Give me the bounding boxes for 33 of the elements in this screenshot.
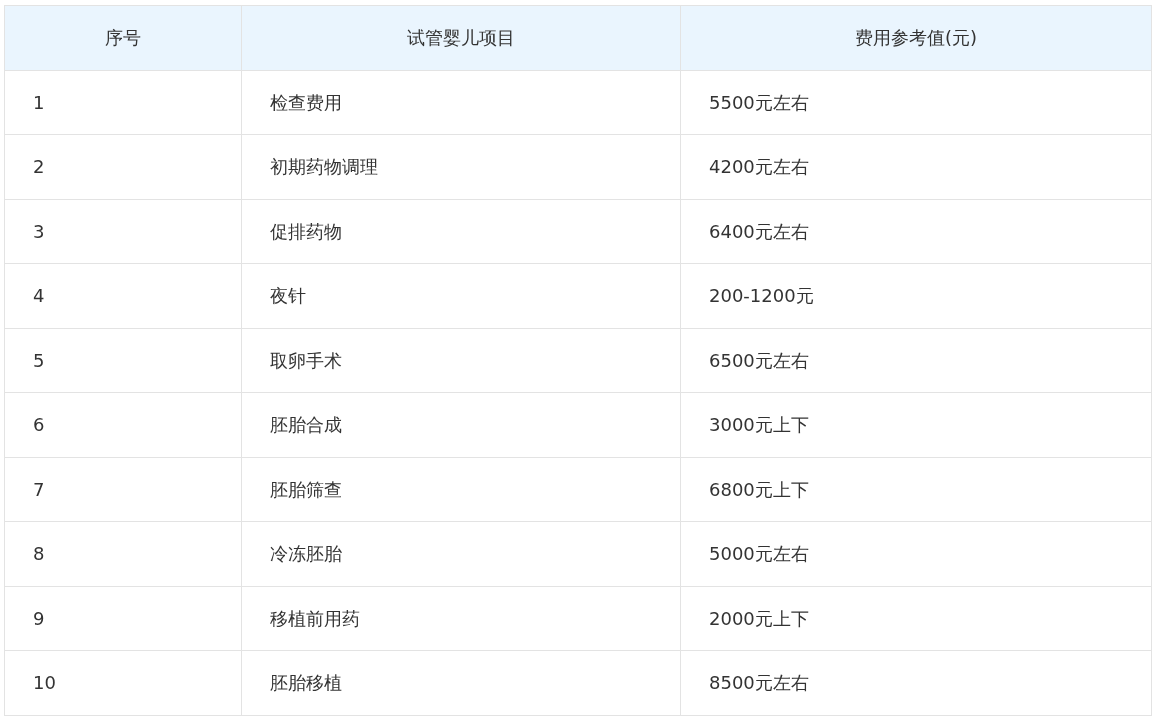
table-cell: 5500元左右 bbox=[680, 70, 1152, 135]
table-cell: 3 bbox=[4, 199, 242, 264]
table-cell: 1 bbox=[4, 70, 242, 135]
table-cell: 取卵手术 bbox=[241, 328, 681, 393]
table-cell: 8 bbox=[4, 521, 242, 586]
table-cell: 4200元左右 bbox=[680, 134, 1152, 199]
table-cell: 200-1200元 bbox=[680, 263, 1152, 328]
table-cell: 9 bbox=[4, 586, 242, 651]
table-cell: 6 bbox=[4, 392, 242, 457]
table-cell: 4 bbox=[4, 263, 242, 328]
table-cell: 检查费用 bbox=[241, 70, 681, 135]
column-header: 试管婴儿项目 bbox=[241, 5, 681, 70]
table-cell: 胚胎移植 bbox=[241, 650, 681, 715]
table-cell: 5 bbox=[4, 328, 242, 393]
table-cell: 2000元上下 bbox=[680, 586, 1152, 651]
table-cell: 促排药物 bbox=[241, 199, 681, 264]
table-cell: 移植前用药 bbox=[241, 586, 681, 651]
table-cell: 初期药物调理 bbox=[241, 134, 681, 199]
table-cell: 8500元左右 bbox=[680, 650, 1152, 715]
table-cell: 胚胎合成 bbox=[241, 392, 681, 457]
column-header: 费用参考值(元) bbox=[680, 5, 1152, 70]
table-cell: 6400元左右 bbox=[680, 199, 1152, 264]
table-cell: 6800元上下 bbox=[680, 457, 1152, 522]
table-cell: 6500元左右 bbox=[680, 328, 1152, 393]
table-cell: 10 bbox=[4, 650, 242, 715]
table-cell: 2 bbox=[4, 134, 242, 199]
table-cell: 5000元左右 bbox=[680, 521, 1152, 586]
table-cell: 夜针 bbox=[241, 263, 681, 328]
table-cell: 3000元上下 bbox=[680, 392, 1152, 457]
table-cell: 冷冻胚胎 bbox=[241, 521, 681, 586]
table-cell: 胚胎筛查 bbox=[241, 457, 681, 522]
column-header: 序号 bbox=[4, 5, 242, 70]
table-cell: 7 bbox=[4, 457, 242, 522]
